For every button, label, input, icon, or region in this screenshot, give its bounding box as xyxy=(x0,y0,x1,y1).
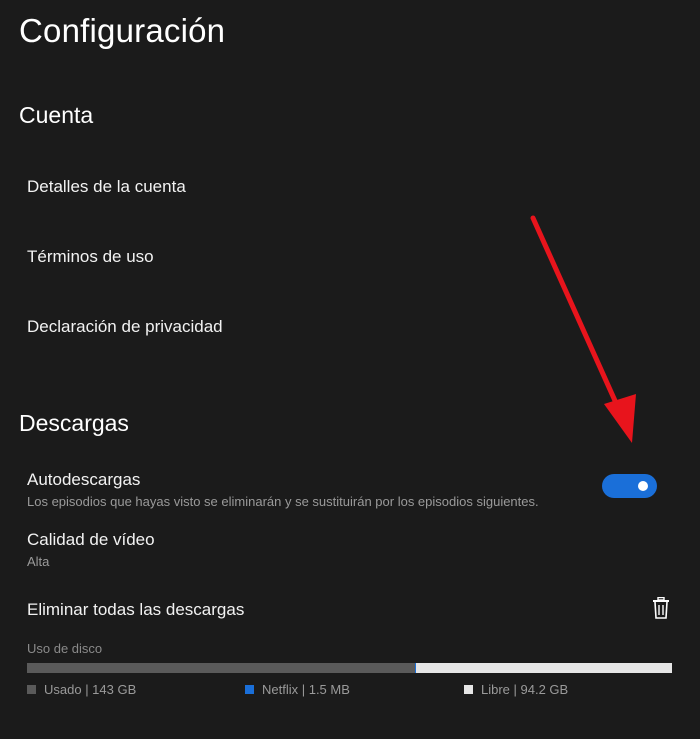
page-title: Configuración xyxy=(19,12,226,49)
window-corner-glyph: ˙ xyxy=(686,0,690,10)
privacy-statement-link[interactable]: Declaración de privacidad xyxy=(27,317,223,337)
legend-netflix-label: Netflix | 1.5 MB xyxy=(262,682,350,697)
disk-usage-label: Uso de disco xyxy=(27,641,103,656)
legend-used-swatch xyxy=(27,685,36,694)
legend-used: Usado | 143 GB xyxy=(27,682,136,697)
legend-free: Libre | 94.2 GB xyxy=(464,682,568,697)
red-arrow-annotation xyxy=(530,215,636,443)
section-title-downloads: Descargas xyxy=(19,410,129,436)
legend-netflix: Netflix | 1.5 MB xyxy=(245,682,350,697)
account-details-link[interactable]: Detalles de la cuenta xyxy=(27,177,186,197)
video-quality-value: Alta xyxy=(27,554,50,569)
delete-all-downloads-button[interactable]: Eliminar todas las descargas xyxy=(27,600,244,620)
legend-free-swatch xyxy=(464,685,473,694)
disk-usage-bar xyxy=(27,663,672,673)
toggle-knob xyxy=(638,481,648,491)
legend-netflix-swatch xyxy=(245,685,254,694)
legend-used-label: Usado | 143 GB xyxy=(44,682,137,697)
disk-used-segment xyxy=(27,663,415,673)
terms-of-use-link[interactable]: Términos de uso xyxy=(27,247,154,267)
autodownload-description: Los episodios que hayas visto se elimina… xyxy=(27,494,539,509)
disk-netflix-segment xyxy=(415,663,416,673)
legend-free-label: Libre | 94.2 GB xyxy=(481,682,569,697)
video-quality-setting[interactable]: Calidad de vídeo xyxy=(27,530,155,550)
section-title-account: Cuenta xyxy=(19,102,94,128)
autodownload-label: Autodescargas xyxy=(27,470,141,489)
trash-icon[interactable] xyxy=(652,596,670,619)
autodownload-toggle[interactable] xyxy=(602,474,657,498)
